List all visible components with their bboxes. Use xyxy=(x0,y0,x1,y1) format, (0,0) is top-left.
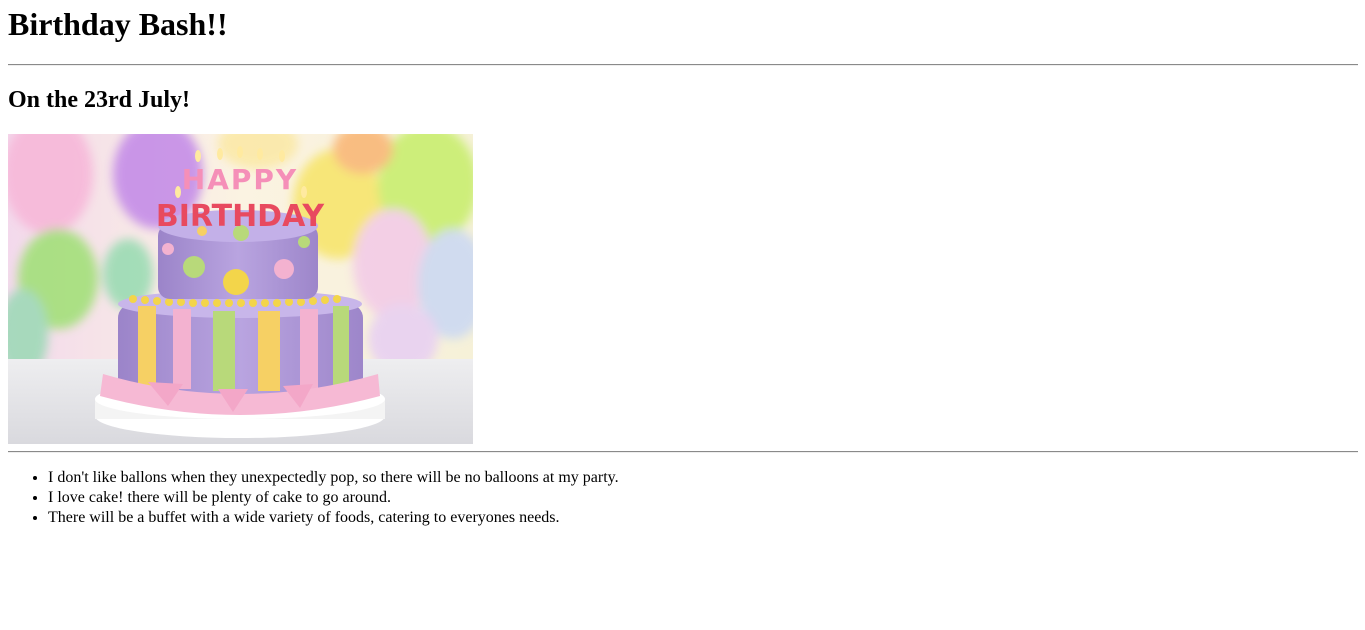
list-item: I love cake! there will be plenty of cak… xyxy=(48,488,619,508)
list-item: There will be a buffet with a wide varie… xyxy=(48,508,619,528)
page-title: Birthday Bash!! xyxy=(8,6,228,42)
party-notes-list: I don't like ballons when they unexpecte… xyxy=(8,468,619,528)
page-subtitle: On the 23rd July! xyxy=(8,87,191,113)
divider-bottom xyxy=(8,451,1358,453)
divider-top xyxy=(8,64,1358,66)
list-item: I don't like ballons when they unexpecte… xyxy=(48,468,619,488)
birthday-cake-image: HAPPY BIRTHDAY xyxy=(8,134,473,444)
candles-line2: BIRTHDAY xyxy=(156,199,326,234)
candles-line1: HAPPY xyxy=(182,163,298,196)
